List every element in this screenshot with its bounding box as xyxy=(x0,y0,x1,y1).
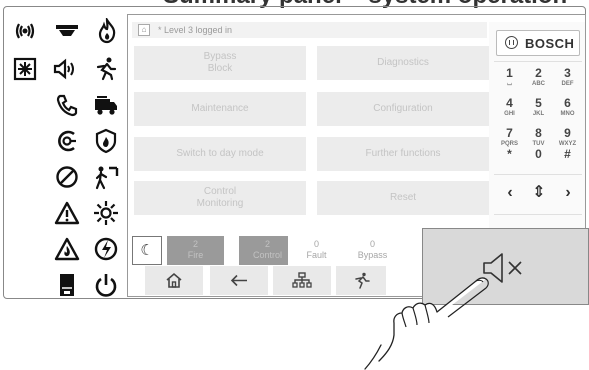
key-letters: ⌴ xyxy=(507,81,512,87)
bypass-block-label: Bypass Block xyxy=(203,51,237,74)
fire-truck-icon xyxy=(93,92,119,118)
detector-icon xyxy=(54,18,80,44)
power-supply-icon xyxy=(93,236,119,262)
key-hash[interactable]: # xyxy=(554,145,581,174)
power-icon xyxy=(93,272,119,298)
diagnostics-button[interactable]: Diagnostics xyxy=(317,46,489,80)
bypass-count: 0 xyxy=(369,239,375,249)
bypass-label: Bypass xyxy=(357,250,388,260)
keypad-divider xyxy=(494,174,582,175)
login-status-text: * Level 3 logged in xyxy=(158,25,233,35)
extinguishing-icon xyxy=(93,128,119,154)
fire-icon xyxy=(94,18,120,44)
key-letters: JKL xyxy=(532,111,545,117)
structure-nav-button[interactable] xyxy=(273,266,331,295)
key-letters: DEF xyxy=(561,81,574,87)
fire-service-c-icon xyxy=(54,128,80,154)
bypass-counter[interactable]: 0 Bypass xyxy=(344,236,401,265)
hand-pointer-icon xyxy=(364,277,489,370)
indicator-panel xyxy=(6,10,124,298)
key-digit: 6 xyxy=(564,96,571,110)
configuration-button[interactable]: Configuration xyxy=(317,92,489,126)
status-bar: ⌂ * Level 3 logged in xyxy=(132,22,487,38)
fire-warning-icon xyxy=(54,236,80,262)
maintenance-label: Maintenance xyxy=(191,103,249,114)
control-monitoring-button[interactable]: Control Monitoring xyxy=(134,181,306,215)
key-3[interactable]: 3 DEF xyxy=(554,64,581,93)
day-mode-button[interactable]: Switch to day mode xyxy=(134,137,306,171)
maintenance-button[interactable]: Maintenance xyxy=(134,92,306,126)
key-letters: GHI xyxy=(504,111,515,117)
key-digit: # xyxy=(564,147,571,161)
key-star[interactable]: * xyxy=(496,145,523,174)
disabled-icon xyxy=(54,164,80,190)
bosch-armature-icon xyxy=(505,36,518,49)
key-digit: 0 xyxy=(535,147,542,161)
key-digit: 5 xyxy=(535,96,542,110)
key-5[interactable]: 5 JKL xyxy=(525,94,552,123)
daylight-icon xyxy=(93,200,119,226)
reset-button[interactable]: Reset xyxy=(317,181,489,215)
key-letters: ABC xyxy=(532,81,545,87)
sounder-icon xyxy=(52,56,78,82)
day-mode-label: Switch to day mode xyxy=(176,148,264,159)
fire-label: Fire xyxy=(187,250,204,260)
keypad-divider xyxy=(494,61,582,62)
arrow-right-key[interactable]: › xyxy=(555,180,581,206)
key-1[interactable]: 1 ⌴ xyxy=(496,64,523,93)
fault-label: Fault xyxy=(306,250,327,260)
fire-count: 2 xyxy=(192,239,198,249)
arrow-left-key[interactable]: ‹ xyxy=(497,180,523,206)
configuration-label: Configuration xyxy=(373,103,433,114)
evacuation-icon xyxy=(92,56,118,82)
key-digit: 7 xyxy=(506,126,513,140)
home-icon xyxy=(166,272,182,288)
battery-panel-icon xyxy=(54,272,80,298)
transmission-icon xyxy=(12,18,38,44)
control-monitoring-label: Control Monitoring xyxy=(196,186,244,209)
network-tree-icon xyxy=(292,272,312,288)
arrow-updown-key[interactable]: ⇕ xyxy=(526,180,552,206)
door-release-icon xyxy=(93,164,119,190)
key-digit: 9 xyxy=(564,126,571,140)
key-digit: 4 xyxy=(506,96,513,110)
key-4[interactable]: 4 GHI xyxy=(496,94,523,123)
key-0[interactable]: 0 xyxy=(525,145,552,174)
key-digit: 3 xyxy=(564,66,571,80)
key-letters: MNO xyxy=(560,111,575,117)
brand-name: BOSCH xyxy=(525,36,575,51)
home-icon[interactable]: ⌂ xyxy=(138,24,150,36)
key-digit: * xyxy=(507,147,512,161)
reset-label: Reset xyxy=(389,192,417,203)
key-digit: 8 xyxy=(535,126,542,140)
bypass-block-button[interactable]: Bypass Block xyxy=(134,46,306,80)
further-functions-button[interactable]: Further functions xyxy=(317,137,489,171)
night-mode-moon-icon[interactable]: ☾ xyxy=(132,236,162,265)
keypad-divider xyxy=(494,214,582,215)
key-6[interactable]: 6 MNO xyxy=(554,94,581,123)
arrow-left-icon xyxy=(230,274,247,287)
phone-icon xyxy=(54,92,80,118)
key-digit: 2 xyxy=(535,66,542,80)
fire-counter[interactable]: 2 Fire xyxy=(167,236,224,265)
bosch-logo: BOSCH xyxy=(496,30,580,56)
home-nav-button[interactable] xyxy=(145,266,203,295)
back-nav-button[interactable] xyxy=(210,266,268,295)
control-panel-icon xyxy=(12,56,38,82)
fault-counter[interactable]: 0 Fault xyxy=(288,236,345,265)
warning-icon xyxy=(54,200,80,226)
fault-count: 0 xyxy=(313,239,319,249)
key-2[interactable]: 2 ABC xyxy=(525,64,552,93)
further-functions-label: Further functions xyxy=(365,148,441,159)
diagnostics-label: Diagnostics xyxy=(377,57,429,68)
key-digit: 1 xyxy=(506,66,513,80)
